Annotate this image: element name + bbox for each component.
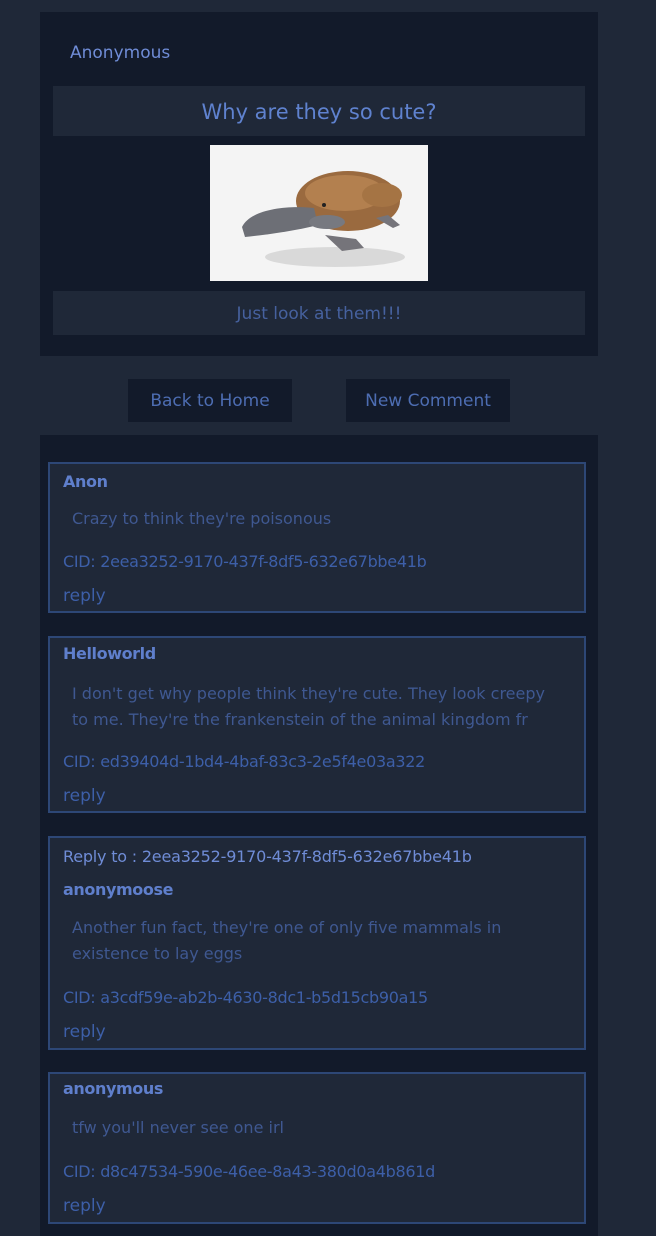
comments-section: Anon Crazy to think they're poisonous CI…	[40, 435, 598, 1236]
reply-link[interactable]: reply	[63, 1196, 106, 1216]
comment-card: anonymous tfw you'll never see one irl C…	[48, 1072, 586, 1224]
platypus-image	[210, 145, 428, 281]
comment-username: Anon	[63, 472, 108, 491]
comment-username: anonymoose	[63, 880, 174, 899]
comment-card: Reply to : 2eea3252-9170-437f-8df5-632e6…	[48, 836, 586, 1050]
post-image	[210, 145, 428, 281]
post-card: Anonymous Why are they so cute? Just loo…	[40, 12, 598, 356]
comment-card: Anon Crazy to think they're poisonous CI…	[48, 462, 586, 613]
post-title: Why are they so cute?	[53, 86, 585, 136]
reply-link[interactable]: reply	[63, 586, 106, 606]
back-to-home-button[interactable]: Back to Home	[128, 379, 292, 422]
comment-id: CID: 2eea3252-9170-437f-8df5-632e67bbe41…	[63, 552, 427, 571]
post-body: Just look at them!!!	[53, 291, 585, 335]
post-author: Anonymous	[70, 43, 171, 63]
reply-to-reference: Reply to : 2eea3252-9170-437f-8df5-632e6…	[63, 847, 472, 866]
comment-id: CID: ed39404d-1bd4-4baf-83c3-2e5f4e03a32…	[63, 752, 426, 771]
reply-link[interactable]: reply	[63, 786, 106, 806]
comment-text: I don't get why people think they're cut…	[72, 684, 545, 729]
comment-id: CID: d8c47534-590e-46ee-8a43-380d0a4b861…	[63, 1162, 435, 1181]
comment-text: Another fun fact, they're one of only fi…	[72, 918, 502, 963]
comment-text: tfw you'll never see one irl	[72, 1118, 284, 1137]
comment-text: Crazy to think they're poisonous	[72, 509, 332, 528]
new-comment-button[interactable]: New Comment	[346, 379, 510, 422]
comment-username: anonymous	[63, 1079, 163, 1098]
comment-id: CID: a3cdf59e-ab2b-4630-8dc1-b5d15cb90a1…	[63, 988, 428, 1007]
comment-username: Helloworld	[63, 644, 156, 663]
reply-link[interactable]: reply	[63, 1022, 106, 1042]
comment-card: Helloworld I don't get why people think …	[48, 636, 586, 813]
